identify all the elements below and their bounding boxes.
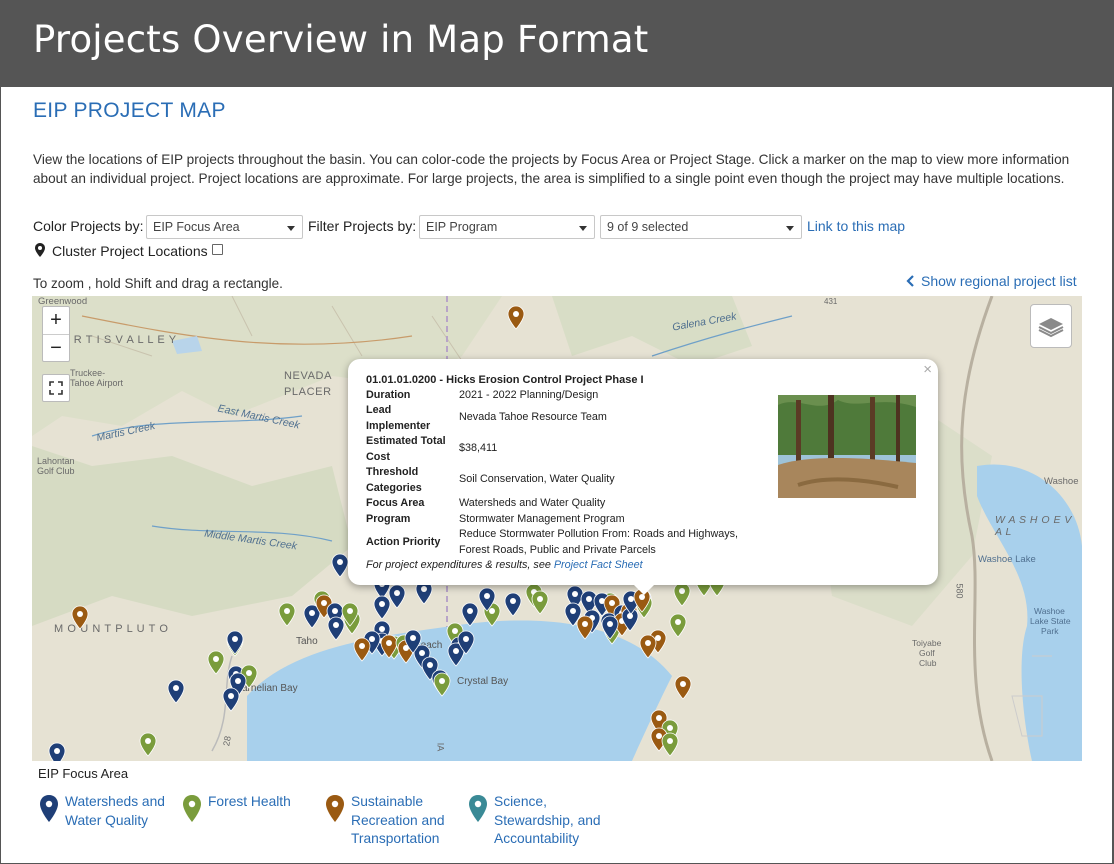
project-marker[interactable] [507, 305, 525, 330]
project-marker[interactable] [71, 605, 89, 630]
legend-pin-forest-health-icon [183, 795, 201, 822]
project-marker[interactable] [504, 592, 522, 617]
popup-value-lead-implementer: Nevada Tahoe Resource Team [459, 411, 607, 423]
cluster-label: Cluster Project Locations [52, 243, 208, 259]
popup-value-focus-area: Watersheds and Water Quality [459, 497, 606, 509]
popup-key-focus-area: Focus Area [366, 497, 425, 509]
legend-pin-recreation-icon [326, 795, 344, 822]
color-projects-label: Color Projects by: [33, 218, 144, 234]
popup-key-program: Program [366, 513, 411, 525]
project-marker[interactable] [674, 675, 692, 700]
project-marker[interactable] [353, 637, 371, 662]
legend-item-science: Science, Stewardship, and Accountability [494, 794, 601, 846]
project-marker[interactable] [373, 595, 391, 620]
color-projects-value: EIP Focus Area [153, 220, 240, 234]
layers-button[interactable] [1030, 304, 1072, 348]
filter-projects-label: Filter Projects by: [308, 218, 417, 234]
chevron-down-icon [579, 226, 587, 231]
popup-value-program: Stormwater Management Program [459, 513, 625, 525]
cluster-checkbox[interactable] [212, 244, 223, 255]
popup-value-action-priority: Reduce Stormwater Pollution From: Roads … [459, 528, 739, 556]
zoom-control: + − [42, 306, 70, 362]
project-popup: × 01.01.01.0200 - Hicks Erosion Control … [348, 359, 938, 595]
popup-key-action-priority: Action Priority [366, 536, 441, 548]
intro-text: View the locations of EIP projects throu… [33, 152, 1070, 186]
project-marker[interactable] [531, 590, 549, 615]
project-fact-sheet-link[interactable]: Project Fact Sheet [554, 559, 643, 571]
chevron-down-icon [287, 226, 295, 231]
project-photo [778, 395, 916, 498]
zoom-hint: To zoom , hold Shift and drag a rectangl… [33, 276, 283, 291]
project-marker[interactable] [673, 582, 691, 607]
project-marker[interactable] [331, 553, 349, 578]
legend-title: EIP Focus Area [38, 766, 129, 781]
banner: Projects Overview in Map Format [0, 0, 1114, 87]
project-marker[interactable] [48, 742, 66, 761]
fullscreen-button[interactable] [42, 374, 70, 402]
legend-pin-science-icon [469, 795, 487, 822]
popup-key-duration: Duration [366, 389, 411, 401]
program-multiselect-value: 9 of 9 selected [607, 220, 689, 234]
project-marker[interactable] [327, 616, 345, 641]
popup-close-button[interactable]: × [923, 361, 932, 378]
project-marker[interactable] [461, 602, 479, 627]
project-marker[interactable] [139, 732, 157, 757]
layers-icon [1038, 318, 1064, 338]
link-to-map[interactable]: Link to this map [807, 218, 905, 234]
map-pin-icon [35, 243, 45, 257]
project-marker[interactable] [661, 732, 679, 757]
project-marker[interactable] [278, 602, 296, 627]
project-marker[interactable] [639, 634, 657, 659]
popup-title: 01.01.01.0200 - Hicks Erosion Control Pr… [366, 374, 644, 386]
project-marker[interactable] [207, 650, 225, 675]
project-marker[interactable] [669, 613, 687, 638]
popup-key-lead-implementer: Lead Implementer [366, 404, 431, 432]
popup-value-duration: 2021 - 2022 Planning/Design [459, 389, 599, 401]
page-title: EIP PROJECT MAP [33, 99, 226, 122]
fullscreen-icon [49, 381, 63, 395]
filter-projects-select[interactable]: EIP Program [419, 215, 595, 239]
project-marker[interactable] [433, 672, 451, 697]
zoom-in-button[interactable]: + [43, 307, 69, 334]
chevron-left-icon [906, 275, 914, 287]
legend-item-recreation: Sustainable Recreation and Transportatio… [351, 794, 445, 846]
chevron-down-icon [786, 226, 794, 231]
project-marker[interactable] [167, 679, 185, 704]
popup-value-threshold-categories: Soil Conservation, Water Quality [459, 473, 615, 485]
project-marker[interactable] [226, 630, 244, 655]
legend-item-forest-health: Forest Health [208, 794, 291, 809]
popup-key-estimated-total-cost: Estimated Total Cost [366, 435, 446, 463]
popup-footer: For project expenditures & results, see … [366, 559, 643, 571]
project-marker[interactable] [576, 615, 594, 640]
program-multiselect[interactable]: 9 of 9 selected [600, 215, 802, 239]
project-marker[interactable] [388, 584, 406, 609]
popup-value-estimated-total-cost: $38,411 [459, 442, 498, 454]
popup-footer-text: For project expenditures & results, see [366, 559, 551, 571]
popup-key-threshold-categories: Threshold Categories [366, 466, 422, 494]
zoom-out-button[interactable]: − [43, 334, 69, 361]
banner-title: Projects Overview in Map Format [33, 18, 649, 61]
legend-item-watersheds: Watersheds and Water Quality [65, 794, 165, 828]
project-marker[interactable] [222, 687, 240, 712]
color-projects-select[interactable]: EIP Focus Area [146, 215, 303, 239]
legend-pin-watersheds-icon [40, 795, 58, 822]
filter-projects-value: EIP Program [426, 220, 498, 234]
show-regional-list-link[interactable]: Show regional project list [921, 273, 1077, 289]
